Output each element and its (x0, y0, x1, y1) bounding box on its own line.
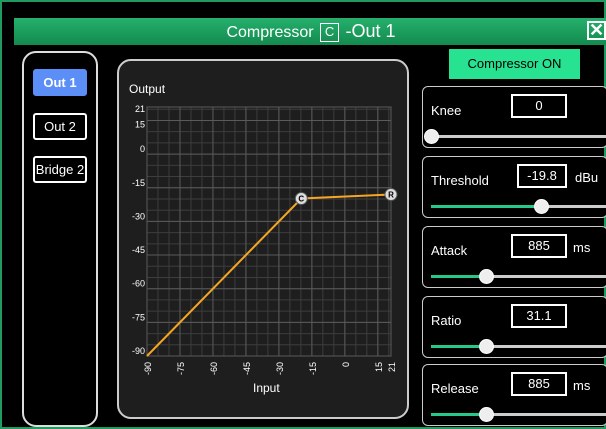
param-value-input[interactable]: -19.8 (517, 164, 567, 188)
slider-fill (431, 205, 542, 208)
param-label: Ratio (431, 313, 462, 328)
transfer-curve-panel: 21 15 0 -15 -30 -45 -60 -75 -90 -90 -75 -60 -45 -30 -1… (117, 59, 409, 419)
param-label: Knee (431, 103, 462, 118)
param-slider[interactable] (424, 129, 606, 144)
y-tick-label: -90 (132, 346, 145, 356)
title-bar: Compressor C -Out 1 ✕ (14, 18, 606, 45)
y-tick-label: 21 (135, 104, 145, 114)
output-selector-panel: Out 1 Out 2 Bridge 2 (22, 51, 98, 427)
x-tick-label: -75 (176, 362, 186, 375)
compressor-c-icon: C (320, 23, 340, 42)
param-value-input[interactable]: 885 (511, 372, 567, 396)
param-label: Release (431, 381, 479, 396)
slider-fill (431, 413, 487, 416)
slider-thumb[interactable] (479, 339, 495, 354)
param-slider[interactable] (431, 269, 606, 284)
compressor-on-button[interactable]: Compressor ON (449, 49, 580, 79)
ratio-marker-label: R (388, 190, 394, 199)
param-unit: ms (573, 378, 591, 393)
x-tick-label: 0 (341, 362, 351, 367)
param-threshold: Threshold -19.8 dBu (422, 156, 606, 218)
param-attack: Attack 885 ms (422, 226, 606, 288)
x-tick-label: 21 (387, 362, 397, 372)
title-prefix: Compressor (226, 24, 314, 41)
param-label: Attack (431, 243, 468, 258)
x-tick-label: -30 (275, 362, 285, 375)
slider-thumb[interactable] (479, 269, 495, 284)
transfer-curve-chart: 21150-15-30-45-60-75-90-90 -75 -60 -45 -30 -1… (129, 82, 398, 395)
knee-marker-label: C (298, 195, 304, 204)
param-ratio: Ratio 31.1 (422, 296, 606, 358)
param-release: Release 885 ms (422, 364, 606, 426)
param-knee: Knee 0 (422, 86, 606, 148)
param-value-input[interactable]: 0 (511, 94, 567, 118)
y-tick-label: -75 (132, 312, 145, 322)
output-button-out2[interactable]: Out 2 (33, 113, 87, 140)
compressor-window: Compressor C -Out 1 ✕ Out 1 Out 2 Bridge… (0, 0, 606, 429)
y-tick-label: -60 (132, 279, 145, 289)
output-button-bridge2[interactable]: Bridge 2 (33, 156, 87, 183)
slider-thumb[interactable] (479, 407, 495, 422)
x-tick-label: -60 (209, 362, 219, 375)
x-tick-label: -90 (143, 362, 153, 375)
x-axis-label: Input (253, 381, 280, 395)
y-tick-label: -45 (132, 245, 145, 255)
param-slider[interactable] (431, 407, 606, 422)
param-slider[interactable] (431, 199, 606, 214)
x-tick-label: -15 (308, 362, 318, 375)
output-button-out1[interactable]: Out 1 (33, 69, 87, 96)
slider-thumb[interactable] (534, 199, 550, 214)
slider-fill (431, 275, 487, 278)
x-tick-label: 15 (374, 362, 384, 372)
y-tick-label: 15 (135, 119, 145, 129)
slider-thumb[interactable] (424, 129, 439, 144)
title-suffix: -Out 1 (345, 21, 396, 41)
param-label: Threshold (431, 173, 489, 188)
param-unit: ms (573, 240, 591, 255)
slider-fill (431, 345, 487, 348)
param-slider[interactable] (431, 339, 606, 354)
param-value-input[interactable]: 31.1 (511, 304, 567, 328)
param-value-input[interactable]: 885 (511, 234, 567, 258)
window-title: Compressor C -Out 1 (14, 21, 606, 42)
y-tick-label: -30 (132, 211, 145, 221)
param-unit: dBu (575, 170, 599, 185)
y-axis-label: Output (129, 82, 166, 96)
x-tick-label: -45 (242, 362, 252, 375)
close-button[interactable]: ✕ (587, 21, 606, 40)
y-tick-label: 0 (140, 144, 145, 154)
y-tick-label: -15 (132, 178, 145, 188)
